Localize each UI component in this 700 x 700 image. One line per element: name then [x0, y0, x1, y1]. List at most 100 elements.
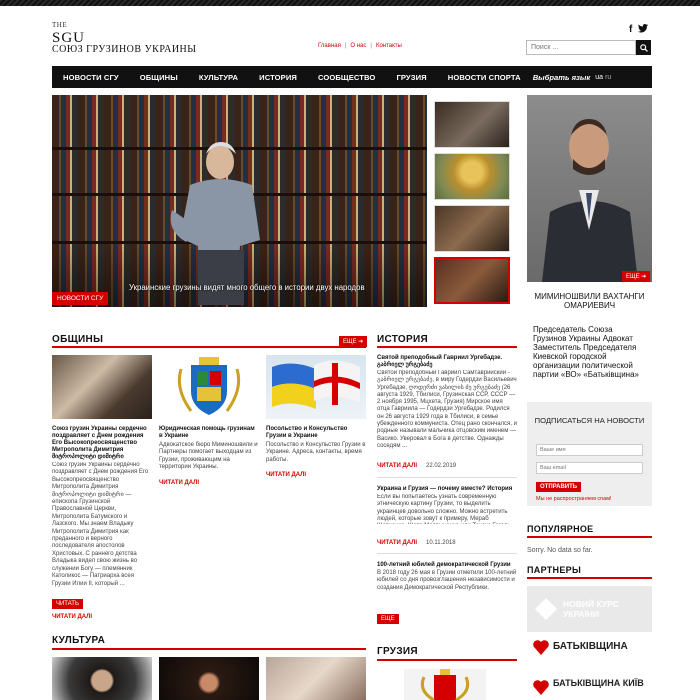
hero-tag[interactable]: НОВОСТИ СГУ — [52, 292, 109, 305]
nav-item-history[interactable]: ИСТОРИЯ — [248, 73, 307, 82]
section-title-history[interactable]: ИСТОРИЯ — [377, 334, 428, 345]
subscribe-name-field[interactable] — [536, 444, 643, 456]
toplink-about[interactable]: О нас — [350, 43, 366, 49]
facebook-icon[interactable]: f — [629, 24, 632, 36]
history-text-2: Если вы попытаетесь узнать современную э… — [377, 494, 516, 524]
logo-subtitle[interactable]: СОЮЗ ГРУЗИНОВ УКРАИНЫ — [52, 44, 196, 55]
logo-the[interactable]: THE — [52, 21, 67, 29]
main-nav: НОВОСТИ СГУ ОБЩИНЫ КУЛЬТУРА ИСТОРИЯ СООБ… — [52, 66, 652, 88]
toplink-home[interactable]: Главная — [318, 43, 341, 49]
partner-logo-icon — [535, 598, 557, 620]
toplink-contacts[interactable]: Контакты — [376, 43, 402, 49]
popular-title[interactable]: ПОПУЛЯРНОЕ — [527, 524, 593, 534]
nav-item-georgia[interactable]: ГРУЗИЯ — [385, 73, 436, 82]
hero-person — [170, 142, 260, 305]
section-title-culture[interactable]: КУЛЬТУРА — [52, 635, 105, 646]
section-underline — [377, 346, 517, 348]
georgia-coat-of-arms[interactable] — [404, 669, 486, 700]
thumbnail-2[interactable] — [434, 153, 510, 200]
section-underline — [527, 577, 652, 579]
more-button[interactable]: ЕЩЕ ➔ — [622, 271, 651, 282]
person-name: МИМИНОШВИЛИ ВАХТАНГИ ОМАРИЕВИЧ — [534, 292, 645, 310]
coat-of-arms-icon — [420, 669, 470, 700]
twitter-icon[interactable] — [638, 24, 649, 36]
card-title-1[interactable]: Союз грузин Украины сердечно поздравляет… — [52, 426, 152, 461]
social-links: f — [629, 24, 649, 36]
subscribe-box: ПОДПИСАТЬСЯ НА НОВОСТИ ОТПРАВИТЬ Мы не р… — [527, 402, 652, 506]
search-button[interactable] — [636, 40, 651, 55]
search-input[interactable] — [526, 40, 636, 55]
language-label: Выбрать язык — [532, 72, 591, 82]
person-description: Председатель Союза Грузинов Украины Адво… — [533, 325, 639, 379]
history-title-2[interactable]: Украина и Грузия — почему вместе? Истори… — [377, 486, 517, 493]
thumbnail-4[interactable] — [434, 257, 510, 304]
history-title-1[interactable]: Святой преподобный Гавриил Ургебадзе. გა… — [377, 355, 517, 370]
divider — [377, 477, 517, 478]
culture-image-3[interactable] — [266, 657, 366, 700]
history-date-2: 10.11.2018 — [426, 540, 456, 546]
card-title-3[interactable]: Посольство и Консульство Грузии в Украин… — [266, 426, 366, 440]
section-title-georgia[interactable]: ГРУЗИЯ — [377, 646, 418, 657]
read-more-link[interactable]: ЧИТАТИ ДАЛІ — [377, 540, 417, 546]
nav-item-culture[interactable]: КУЛЬТУРА — [188, 73, 248, 82]
section-underline — [527, 536, 652, 538]
hero-thumbnails — [434, 101, 510, 309]
no-spam-note: Мы не распространяем спам! — [536, 496, 612, 502]
card-image-3[interactable] — [266, 355, 366, 419]
nav-item-news[interactable]: НОВОСТИ СГУ — [52, 73, 129, 82]
thumbnail-3[interactable] — [434, 205, 510, 252]
card-image-1[interactable] — [52, 355, 152, 419]
nav-item-sport[interactable]: НОВОСТИ СПОРТА — [437, 73, 531, 82]
person-portrait — [542, 119, 638, 282]
partner-novyi-kurs[interactable]: НОВИЙ КУРС УКРАЇНИ — [527, 586, 652, 632]
heart-icon — [533, 680, 549, 695]
card-title-2[interactable]: Юридическая помощь грузинам в Украине — [159, 426, 259, 440]
section-underline — [52, 346, 366, 348]
hero-slider[interactable]: Украинские грузины видят много общего в … — [52, 95, 427, 307]
partner-name: БАТЬКІВЩИНА КИЇВ — [553, 678, 644, 688]
partner-batkivshchyna[interactable]: БАТЬКІВЩИНА — [527, 636, 652, 660]
top-links: Главная | О нас | Контакты — [318, 43, 402, 49]
section-underline — [377, 659, 517, 661]
search-box — [526, 40, 651, 55]
card-text-3: Посольство и Консульство Грузии в Украин… — [266, 442, 366, 463]
coat-of-arms-icon — [177, 357, 241, 415]
subscribe-email-field[interactable] — [536, 462, 643, 474]
lang-ru[interactable]: ru — [605, 74, 611, 81]
top-strip — [0, 0, 700, 6]
nav-item-community[interactable]: СООБЩЕСТВО — [307, 73, 386, 82]
partner-batkivshchyna-kyiv[interactable]: БАТЬКІВЩИНА КИЇВ — [527, 676, 652, 700]
history-text-1: Святой преподобный Гавриил Самтаврийский… — [377, 370, 517, 449]
thumbnail-1[interactable] — [434, 101, 510, 148]
card-image-2[interactable] — [159, 355, 259, 419]
subscribe-title: ПОДПИСАТЬСЯ НА НОВОСТИ — [534, 416, 645, 425]
card-text-1: Союз грузин Украины сердечно поздравляет… — [52, 462, 149, 587]
history-date-1: 22.02.2019 — [426, 463, 457, 469]
partner-name: БАТЬКІВЩИНА — [553, 641, 628, 652]
read-more-link[interactable]: ЧИТАТИ ДАЛІ — [377, 463, 417, 469]
president-photo[interactable] — [527, 95, 652, 282]
separator: | — [370, 43, 372, 49]
read-button[interactable]: ЧИТАТЬ — [52, 599, 83, 609]
partners-title[interactable]: ПАРТНЕРЫ — [527, 565, 581, 575]
read-more-link[interactable]: ЧИТАТИ ДАЛІ — [52, 614, 92, 620]
separator: | — [344, 43, 347, 49]
flags-image — [272, 360, 360, 409]
hero-caption[interactable]: Украинские грузины видят много общего в … — [129, 283, 365, 292]
culture-image-1[interactable] — [52, 657, 152, 700]
heart-icon — [533, 640, 549, 655]
card-text-2: Адвокатское бюро Миминошвили и Партнеры … — [159, 442, 258, 471]
subscribe-button[interactable]: ОТПРАВИТЬ — [536, 482, 582, 492]
read-more-link[interactable]: ЧИТАТИ ДАЛІ — [266, 472, 306, 478]
history-more-button[interactable]: ЕЩЕ — [377, 614, 399, 624]
history-text-3: В 2018 году 26 мая в Грузии отметили 100… — [377, 570, 517, 591]
popular-empty: Sorry. No data so far. — [527, 547, 593, 554]
lang-ua[interactable]: ua — [595, 74, 603, 81]
history-title-3[interactable]: 100-летний юбилей демократической Грузии — [377, 562, 517, 569]
culture-image-2[interactable] — [159, 657, 259, 700]
divider — [377, 553, 517, 554]
partner-name: НОВИЙ КУРС УКРАЇНИ — [563, 599, 619, 619]
nav-item-communities[interactable]: ОБЩИНЫ — [129, 73, 188, 82]
section-title-communities[interactable]: ОБЩИНЫ — [52, 334, 103, 345]
read-more-link[interactable]: ЧИТАТИ ДАЛІ — [159, 480, 199, 486]
